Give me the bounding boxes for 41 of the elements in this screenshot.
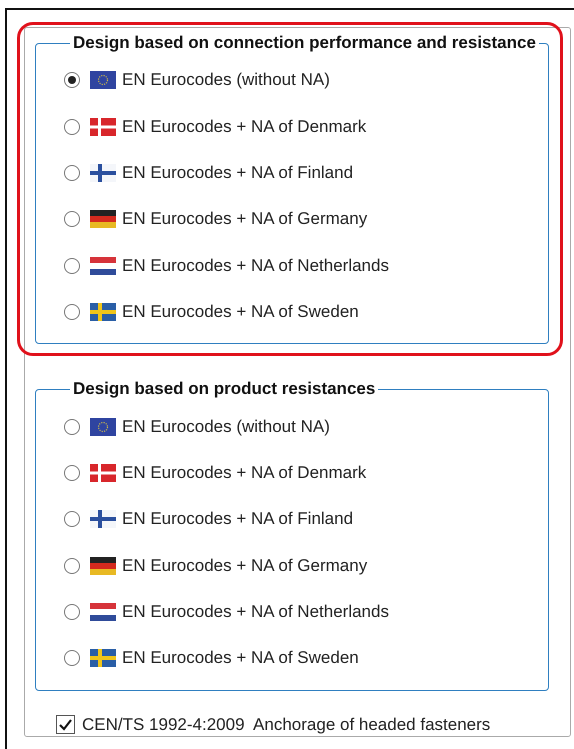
checkbox-label: CEN/TS 1992-4:2009 Anchorage of headed fasteners [82, 714, 490, 735]
radio-button[interactable] [64, 650, 80, 666]
radio-button[interactable] [64, 464, 80, 481]
checkmark-icon [59, 718, 72, 731]
radio-button[interactable] [64, 604, 80, 620]
option-label: EN Eurocodes + NA of Denmark [122, 462, 366, 483]
flag-icon [90, 71, 116, 90]
flag-icon [90, 118, 116, 136]
option-label: EN Eurocodes + NA of Denmark [122, 116, 366, 137]
group-title: Design based on product resistances [72, 379, 376, 400]
flag-icon [90, 210, 116, 228]
flag-icon [90, 256, 116, 275]
flag-icon [90, 649, 116, 668]
radio-button[interactable] [64, 511, 80, 528]
flag-icon [90, 510, 116, 528]
flag-icon [90, 556, 116, 575]
flag-icon [90, 303, 116, 322]
flag-icon [90, 603, 116, 622]
option-label: EN Eurocodes + NA of Germany [122, 556, 368, 576]
option-label: EN Eurocodes + NA of Sweden [122, 302, 359, 322]
radio-button[interactable] [64, 304, 80, 320]
radio-button[interactable] [64, 418, 80, 435]
flag-icon [90, 418, 116, 436]
option-label: EN Eurocodes (without NA) [122, 70, 330, 90]
flag-icon [90, 164, 116, 182]
flag-icon [90, 464, 116, 482]
radio-button[interactable] [64, 558, 80, 574]
option-label: EN Eurocodes + NA of Netherlands [122, 602, 389, 622]
option-label: EN Eurocodes + NA of Sweden [122, 648, 359, 668]
option-label: EN Eurocodes + NA of Netherlands [122, 256, 389, 276]
radio-button[interactable] [64, 72, 80, 88]
radio-button[interactable] [64, 118, 80, 135]
radio-button[interactable] [64, 164, 80, 181]
option-label: EN Eurocodes + NA of Finland [122, 509, 354, 530]
radio-button[interactable] [64, 211, 80, 228]
option-label: EN Eurocodes (without NA) [122, 416, 330, 437]
option-label: EN Eurocodes + NA of Germany [122, 209, 368, 230]
group-title: Design based on connection performance and resistance [72, 33, 537, 53]
radio-button[interactable] [64, 258, 80, 274]
checkbox[interactable] [56, 715, 75, 734]
option-label: EN Eurocodes + NA of Finland [122, 162, 354, 183]
